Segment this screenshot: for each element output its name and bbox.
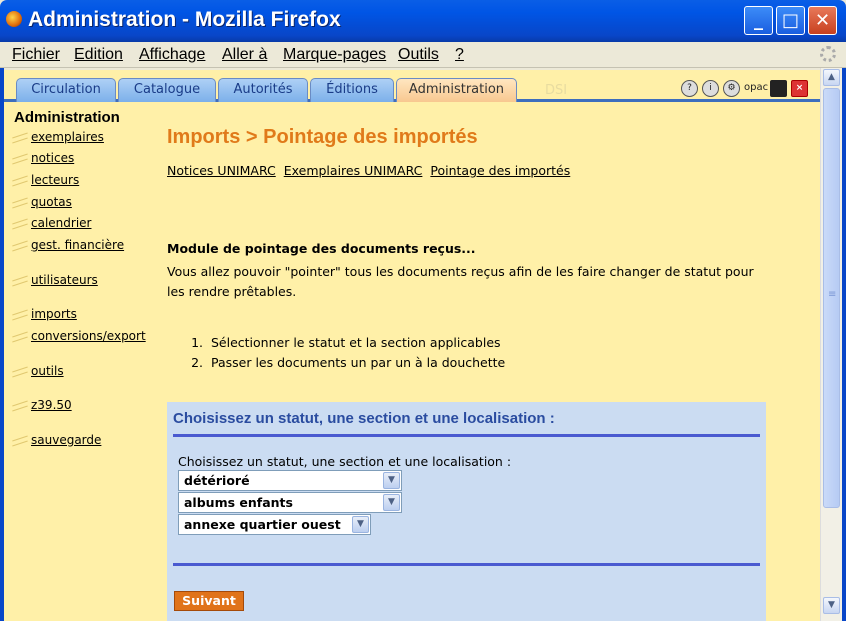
section-value: albums enfants xyxy=(184,495,293,510)
close-window-button[interactable]: ✕ xyxy=(808,6,837,35)
tab-administration[interactable]: Administration xyxy=(396,78,517,102)
firefox-icon xyxy=(6,11,22,27)
scroll-up-button[interactable]: ▲ xyxy=(823,69,840,86)
leaf-icon xyxy=(12,274,30,288)
module-description: Vous allez pouvoir "pointer" tous les do… xyxy=(167,264,754,299)
module-title: Module de pointage des documents reçus..… xyxy=(167,241,476,256)
menu-outils[interactable]: Outils xyxy=(398,46,439,64)
step-item: Passer les documents un par un à la douc… xyxy=(207,353,505,373)
sidebar-item-label[interactable]: utilisateurs xyxy=(31,273,98,287)
throbber-icon xyxy=(820,46,836,62)
sidebar-item-label[interactable]: exemplaires xyxy=(31,130,104,144)
tab-autorites[interactable]: Autorités xyxy=(218,78,308,102)
leaf-icon xyxy=(12,365,30,379)
form-label: Choisissez un statut, une section et une… xyxy=(178,454,512,469)
sidebar-item-notices[interactable]: notices xyxy=(12,149,152,171)
localisation-select[interactable]: annexe quartier ouest ▼ xyxy=(178,514,371,535)
sidebar-item-lecteurs[interactable]: lecteurs xyxy=(12,171,152,193)
leaf-icon xyxy=(12,174,30,188)
opac-icon[interactable]: opac xyxy=(744,80,768,97)
sidebar-item-label[interactable]: imports xyxy=(31,307,77,321)
link-pointage-importes[interactable]: Pointage des importés xyxy=(430,163,570,178)
sidebar-item-label[interactable]: outils xyxy=(31,364,64,378)
tab-catalogue[interactable]: Catalogue xyxy=(118,78,216,102)
leaf-icon xyxy=(12,196,30,210)
sidebar-item-sauvegarde[interactable]: sauvegarde xyxy=(12,431,152,453)
sidebar-item-label[interactable]: calendrier xyxy=(31,216,91,230)
leaf-icon xyxy=(12,399,30,413)
leaf-icon xyxy=(12,217,30,231)
step-item: Sélectionner le statut et la section app… xyxy=(207,333,505,353)
chevron-down-icon[interactable]: ▼ xyxy=(383,472,400,489)
statut-value: détérioré xyxy=(184,473,250,488)
chevron-down-icon[interactable]: ▼ xyxy=(383,494,400,511)
title-bar: Administration - Mozilla Firefox _ □ ✕ xyxy=(0,0,846,42)
menu-fichier[interactable]: Fichier xyxy=(12,46,60,64)
sidebar-item-quotas[interactable]: quotas xyxy=(12,193,152,215)
statut-select[interactable]: détérioré ▼ xyxy=(178,470,402,491)
save-icon[interactable] xyxy=(770,80,787,97)
leaf-icon xyxy=(12,308,30,322)
sidebar-item-label[interactable]: quotas xyxy=(31,195,72,209)
sidebar-item-label[interactable]: z39.50 xyxy=(31,398,72,412)
leaf-icon xyxy=(12,434,30,448)
sidebar-item-exemplaires[interactable]: exemplaires xyxy=(12,128,152,150)
selection-form: Choisissez un statut, une section et une… xyxy=(167,402,766,621)
minimize-button[interactable]: _ xyxy=(744,6,773,35)
sidebar-item-conversions-export[interactable]: conversions/export xyxy=(12,327,152,349)
menu-affichage[interactable]: Affichage xyxy=(139,46,205,64)
sidebar-item-label[interactable]: conversions/export xyxy=(31,329,146,343)
leaf-icon xyxy=(12,152,30,166)
suivant-button[interactable]: Suivant xyxy=(174,591,244,611)
form-title: Choisissez un statut, une section et une… xyxy=(173,410,555,427)
menu-marque-pages[interactable]: Marque-pages xyxy=(283,46,386,64)
sidebar-item-label[interactable]: gest. financière xyxy=(31,238,124,252)
sidebar-item-calendrier[interactable]: calendrier xyxy=(12,214,152,236)
menu-bar: Fichier Edition Affichage Aller à Marque… xyxy=(0,42,846,68)
sidebar-item-label[interactable]: notices xyxy=(31,151,74,165)
tab-bar: Circulation Catalogue Autorités Éditions… xyxy=(4,70,820,102)
sidebar-item-utilisateurs[interactable]: utilisateurs xyxy=(12,271,152,293)
tab-circulation[interactable]: Circulation xyxy=(16,78,116,102)
steps-list: Sélectionner le statut et la section app… xyxy=(207,333,505,373)
toolbar-icons: ? i ⚙ opac × xyxy=(681,80,808,97)
link-exemplaires-unimarc[interactable]: Exemplaires UNIMARC xyxy=(284,163,423,178)
leaf-icon xyxy=(12,239,30,253)
link-notices-unimarc[interactable]: Notices UNIMARC xyxy=(167,163,276,178)
sidebar-item-gest-financiere[interactable]: gest. financière xyxy=(12,236,152,258)
form-divider-top xyxy=(173,434,760,437)
localisation-value: annexe quartier ouest xyxy=(184,517,341,532)
vertical-scrollbar[interactable]: ▲ ▼ xyxy=(820,68,842,621)
maximize-button[interactable]: □ xyxy=(776,6,805,35)
menu-help[interactable]: ? xyxy=(455,46,464,64)
about-icon[interactable]: i xyxy=(702,80,719,97)
section-select[interactable]: albums enfants ▼ xyxy=(178,492,402,513)
sidebar-item-z3950[interactable]: z39.50 xyxy=(12,396,152,418)
window-frame-right xyxy=(842,42,846,621)
leaf-icon xyxy=(12,131,30,145)
page-title: Imports > Pointage des importés xyxy=(167,126,478,148)
chevron-down-icon[interactable]: ▼ xyxy=(352,516,369,533)
sidebar-item-label[interactable]: lecteurs xyxy=(31,173,79,187)
sidebar: Administration exemplaires notices lecte… xyxy=(4,108,154,588)
menu-edition[interactable]: Edition xyxy=(74,46,123,64)
page-content: Circulation Catalogue Autorités Éditions… xyxy=(4,70,820,621)
close-icon[interactable]: × xyxy=(791,80,808,97)
scroll-down-button[interactable]: ▼ xyxy=(823,597,840,614)
help-icon[interactable]: ? xyxy=(681,80,698,97)
leaf-icon xyxy=(12,330,30,344)
settings-icon[interactable]: ⚙ xyxy=(723,80,740,97)
window-title: Administration - Mozilla Firefox xyxy=(28,8,341,31)
sub-navigation: Notices UNIMARC Exemplaires UNIMARC Poin… xyxy=(167,163,574,178)
sidebar-title: Administration xyxy=(14,109,120,126)
scroll-thumb[interactable] xyxy=(823,88,840,508)
sidebar-item-label[interactable]: sauvegarde xyxy=(31,433,101,447)
sidebar-item-imports[interactable]: imports xyxy=(12,305,152,327)
tab-editions[interactable]: Éditions xyxy=(310,78,394,102)
menu-aller-a[interactable]: Aller à xyxy=(222,46,267,64)
sidebar-item-outils[interactable]: outils xyxy=(12,362,152,384)
form-divider-bottom xyxy=(173,563,760,566)
tab-dsi-ghost: DSI xyxy=(545,83,568,98)
